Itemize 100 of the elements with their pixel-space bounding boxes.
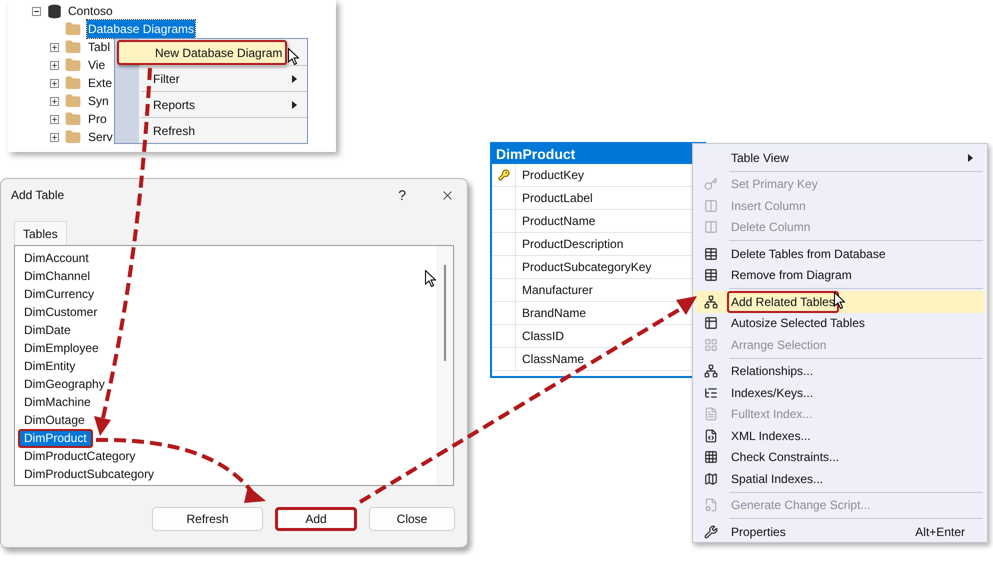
menu-item-label: Table View — [730, 150, 790, 167]
column-name[interactable]: ProductName — [516, 212, 596, 230]
menu-item-label: Indexes/Keys... — [730, 384, 814, 402]
tree-item[interactable]: Contoso — [68, 2, 113, 20]
menu-item[interactable]: Spatial Indexes... — [695, 468, 985, 490]
tree-item[interactable]: Exte — [87, 74, 114, 92]
menu-item[interactable]: Properties Alt+Enter — [695, 521, 985, 542]
dialog-button[interactable]: Close — [369, 507, 455, 531]
tree-item[interactable]: Serv — [87, 128, 114, 146]
folder-icon — [65, 75, 81, 91]
list-item[interactable]: DimProductCategory — [18, 446, 142, 466]
columns-icon — [704, 220, 718, 234]
help-button[interactable]: ? — [394, 184, 410, 206]
menu-item[interactable]: Refresh — [141, 118, 307, 143]
menu-item[interactable]: New Database Diagram — [117, 40, 287, 65]
folder-icon — [65, 57, 81, 73]
menu-item-label: Delete Column — [730, 219, 812, 236]
list-item[interactable]: DimAccount — [18, 248, 95, 268]
columns-icon — [704, 198, 718, 213]
menu-item[interactable]: Check Constraints... — [695, 446, 985, 468]
list-item[interactable]: DimCustomer — [18, 302, 104, 322]
submenu-arrow-icon — [292, 74, 297, 82]
folder-icon — [65, 93, 81, 109]
column-name[interactable]: ClassName — [516, 350, 584, 368]
code-file-icon — [704, 428, 718, 443]
folder-icon — [65, 39, 81, 55]
database-icon — [47, 4, 62, 18]
column-name[interactable]: ProductDescription — [516, 235, 624, 253]
list-item[interactable]: DimProductSubcategory — [18, 464, 160, 484]
key-icon — [498, 169, 510, 181]
menu-item-label: Arrange Selection — [730, 336, 828, 354]
tree-item[interactable]: Database Diagrams — [87, 20, 196, 38]
map-icon — [704, 472, 718, 486]
file-gear-icon — [704, 498, 718, 512]
menu-item[interactable]: XML Indexes... — [695, 425, 985, 446]
menu-item[interactable]: Add Related Tables — [695, 291, 985, 312]
tree-item[interactable]: Vie — [87, 56, 106, 74]
folder-icon — [65, 111, 81, 127]
table-title: DimProduct — [496, 144, 576, 164]
menu-item-label: Fulltext Index... — [730, 406, 814, 424]
expand-icon[interactable] — [50, 132, 59, 142]
menu-item-label: Spatial Indexes... — [730, 470, 824, 488]
column-name[interactable]: Manufacturer — [516, 281, 593, 299]
submenu-arrow-icon — [292, 100, 297, 108]
grid-icon — [704, 338, 718, 352]
list-item[interactable]: DimOutage — [18, 410, 91, 430]
menu-item-label: Autosize Selected Tables — [730, 315, 866, 332]
wrench-icon — [704, 524, 718, 539]
list-item[interactable]: DimMachine — [18, 392, 97, 412]
shortcut-text: Alt+Enter — [915, 524, 965, 541]
tree-item[interactable]: Pro — [87, 110, 108, 128]
column-name[interactable]: ProductKey — [516, 166, 584, 184]
folder-icon — [65, 129, 81, 145]
column-name[interactable]: ProductSubcategoryKey — [516, 258, 652, 276]
text-file-icon — [704, 407, 718, 422]
folder-icon — [65, 21, 81, 37]
list-item[interactable]: DimEntity — [18, 356, 82, 376]
expand-icon[interactable] — [50, 96, 59, 106]
menu-item[interactable]: Indexes/Keys... — [695, 382, 985, 404]
network-icon — [704, 294, 718, 309]
network-icon — [704, 364, 718, 378]
scrollbar[interactable] — [436, 246, 453, 485]
tree-item[interactable]: Syn — [87, 92, 110, 110]
menu-item-label: Set Primary Key — [730, 176, 819, 194]
menu-item-label: Check Constraints... — [730, 449, 840, 466]
list-item[interactable]: DimChannel — [18, 266, 96, 286]
list-item[interactable]: DimProduct — [18, 428, 93, 448]
tree-item[interactable]: Tabl — [87, 38, 112, 56]
list-tree-icon — [704, 386, 718, 400]
menu-item-label: Generate Change Script... — [730, 497, 872, 514]
list-item[interactable]: DimGeography — [18, 374, 111, 394]
column-name[interactable]: ProductLabel — [516, 189, 593, 207]
expand-icon[interactable] — [50, 114, 59, 124]
list-item[interactable]: DimCurrency — [18, 284, 100, 304]
cursor-icon — [288, 48, 299, 65]
menu-item-label: Remove from Diagram — [730, 267, 853, 284]
menu-item[interactable]: Reports — [141, 92, 307, 117]
expand-icon[interactable] — [50, 78, 59, 88]
menu-item-label: Properties — [730, 524, 787, 541]
table-icon — [704, 246, 718, 261]
table-icon — [704, 268, 718, 282]
cursor-icon — [834, 292, 845, 309]
submenu-arrow-icon — [968, 154, 973, 162]
table-shape[interactable]: DimProduct ProductKey ProductLabel ProductName ProductDescription ProductSubcategoryKey Manufacturer BrandName ClassID ClassName — [490, 142, 706, 378]
tab[interactable]: Tables — [14, 221, 67, 245]
column-name[interactable]: BrandName — [516, 304, 586, 322]
expand-icon[interactable] — [50, 42, 59, 52]
collapse-icon[interactable] — [32, 6, 41, 16]
window-title: Add Table — [11, 187, 66, 204]
list-item[interactable]: DimDate — [18, 320, 77, 340]
menu-item-label: Relationships... — [730, 363, 814, 380]
dialog-button[interactable]: Refresh — [152, 507, 263, 531]
list-item[interactable]: DimEmployee — [18, 338, 105, 358]
menu-item-label: Delete Tables from Database — [730, 246, 887, 263]
menu-item[interactable]: Filter — [141, 66, 307, 91]
column-name[interactable]: ClassID — [516, 327, 564, 345]
dialog-button[interactable]: Add — [275, 507, 357, 531]
menu-item-label: Insert Column — [730, 198, 807, 215]
expand-icon[interactable] — [50, 60, 59, 70]
key-icon — [704, 177, 718, 192]
